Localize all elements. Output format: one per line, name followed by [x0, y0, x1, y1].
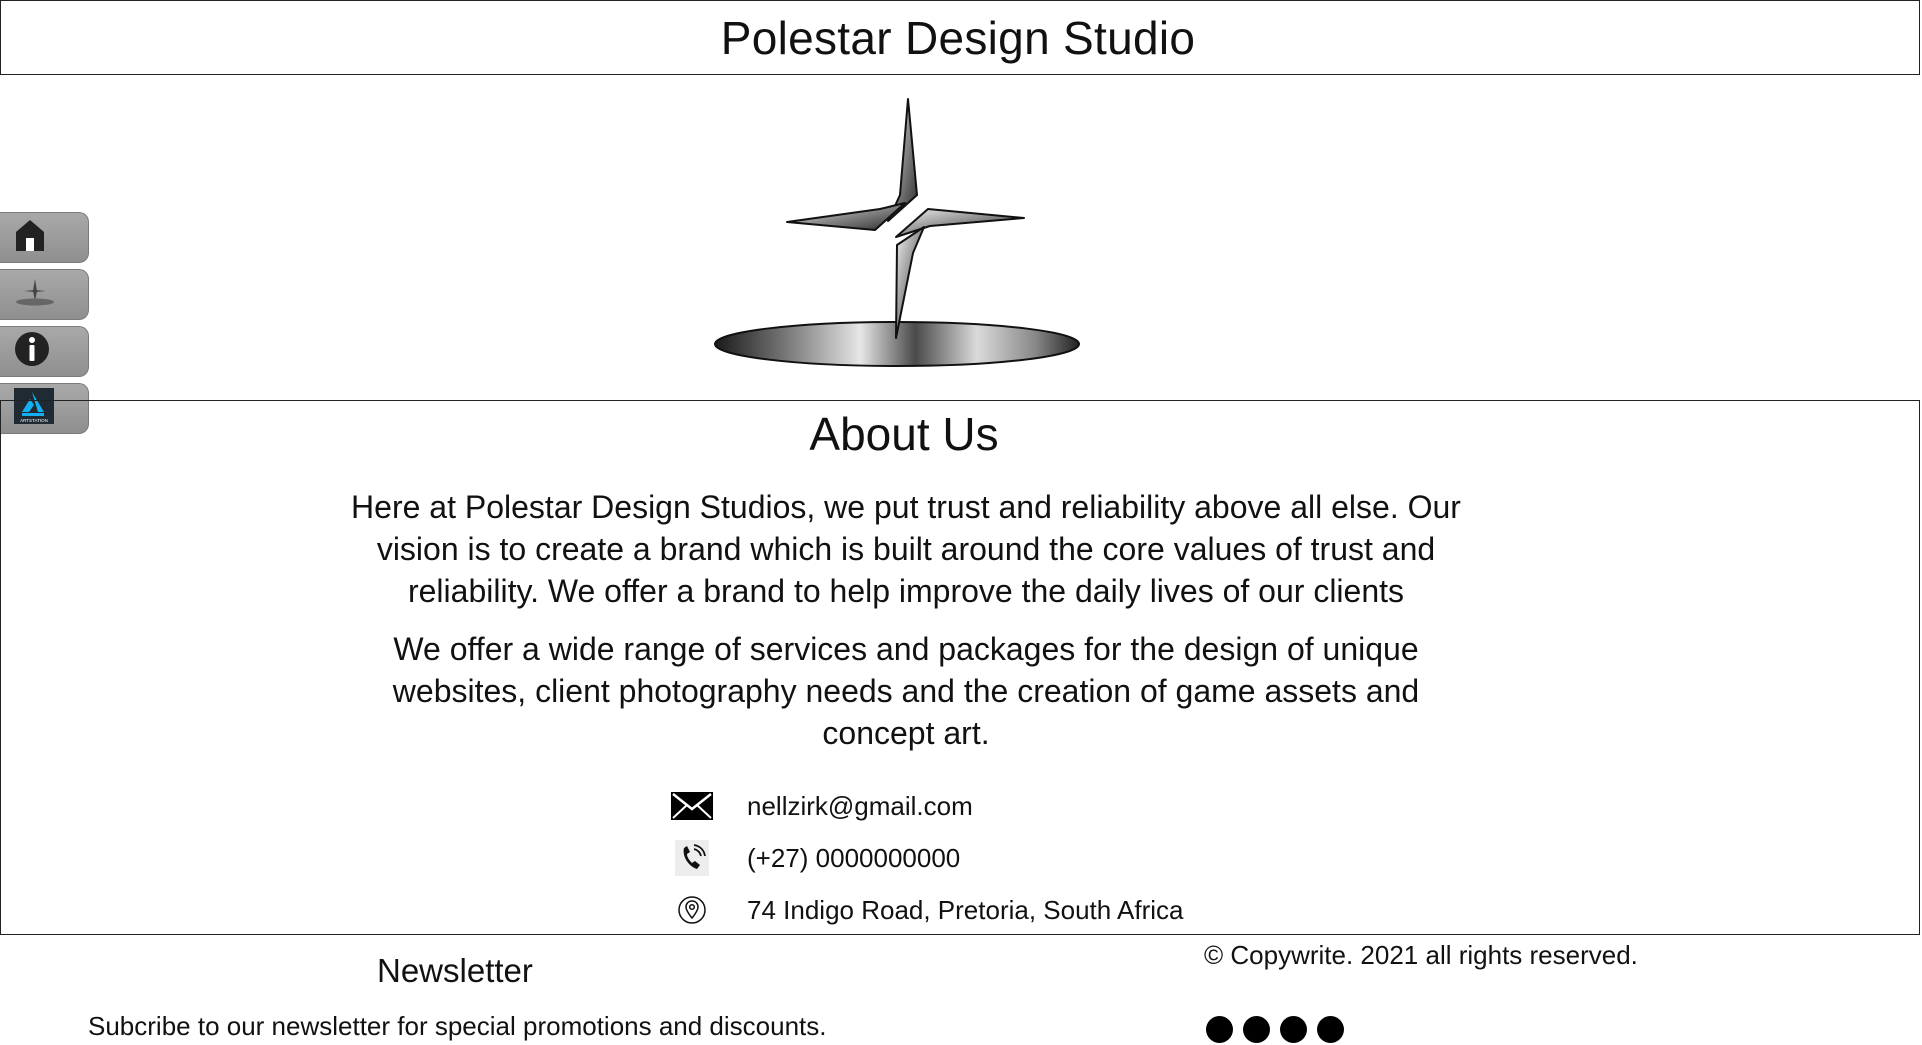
- mail-icon: [671, 789, 713, 823]
- sidebar-item-info[interactable]: [0, 326, 89, 377]
- email-link[interactable]: nellzirk@gmail.com: [747, 791, 973, 822]
- header-bar: Polestar Design Studio: [0, 0, 1920, 75]
- social-links: [1206, 1016, 1344, 1043]
- social-link-2[interactable]: [1243, 1016, 1270, 1043]
- copyright-text: © Copywrite. 2021 all rights reserved.: [1204, 940, 1638, 970]
- sidebar-item-studio[interactable]: [0, 269, 89, 320]
- social-link-3[interactable]: [1280, 1016, 1307, 1043]
- about-paragraph-services: We offer a wide range of services and pa…: [392, 631, 1420, 751]
- info-icon: [14, 330, 50, 373]
- phone-number[interactable]: (+27) 0000000000: [747, 843, 960, 874]
- newsletter-title: Newsletter: [377, 952, 533, 989]
- about-title: About Us: [809, 408, 999, 460]
- address-text: 74 Indigo Road, Pretoria, South Africa: [747, 894, 1184, 925]
- social-link-4[interactable]: [1317, 1016, 1344, 1043]
- location-pin-icon: [671, 893, 713, 927]
- phone-icon: [671, 840, 713, 876]
- about-paragraph-vision: Here at Polestar Design Studios, we put …: [351, 489, 1461, 609]
- site-title: Polestar Design Studio: [720, 11, 1196, 64]
- polestar-star-logo-icon: [710, 95, 1080, 370]
- sidebar-item-home[interactable]: [0, 212, 89, 263]
- about-section: About Us Here at Polestar Design Studios…: [0, 400, 1920, 935]
- social-link-1[interactable]: [1206, 1016, 1233, 1043]
- contact-phone-row: (+27) 0000000000: [671, 838, 960, 878]
- contact-address-row: 74 Indigo Road, Pretoria, South Africa: [671, 890, 1184, 930]
- contact-email-row: nellzirk@gmail.com: [671, 786, 973, 826]
- home-icon: [14, 218, 46, 257]
- newsletter-description: Subcribe to our newsletter for special p…: [88, 1011, 827, 1041]
- polestar-mini-icon: [14, 275, 58, 314]
